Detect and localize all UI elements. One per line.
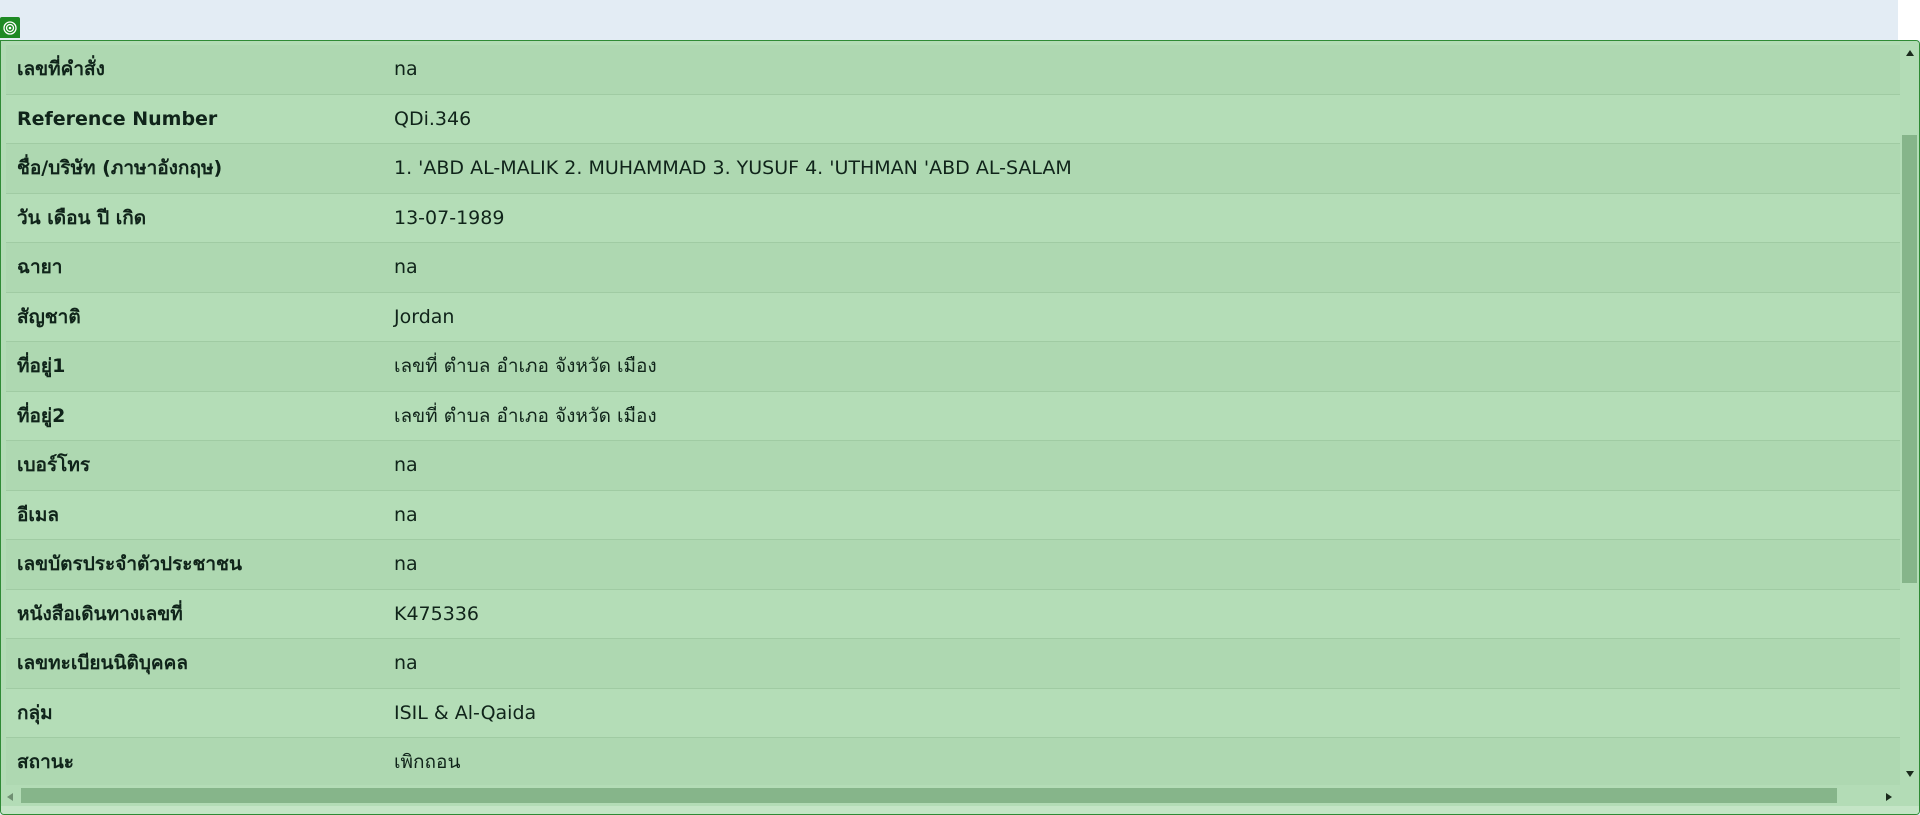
table-row: กลุ่ม ISIL & Al-Qaida <box>6 688 1900 738</box>
row-label: เลขทะเบียนนิติบุคคล <box>17 652 188 675</box>
row-label: สัญชาติ <box>17 305 81 328</box>
details-panel: เลขที่คำสั่ง na Reference Number QDi.346… <box>0 40 1920 815</box>
table-row: ที่อยู่1 เลขที่ ตำบล อำเภอ จังหวัด เมือง <box>6 342 1900 392</box>
row-value: na <box>394 58 418 81</box>
scroll-right-button[interactable] <box>1880 785 1898 806</box>
details-table: เลขที่คำสั่ง na Reference Number QDi.346… <box>6 45 1900 788</box>
row-label: สถานะ <box>17 751 74 774</box>
row-label: วัน เดือน ปี เกิด <box>17 206 147 229</box>
table-row: สัญชาติ Jordan <box>6 292 1900 342</box>
triangle-down-icon <box>1905 762 1914 781</box>
table-row: เลขที่คำสั่ง na <box>6 45 1900 95</box>
table-row: เลขทะเบียนนิติบุคคล na <box>6 639 1900 689</box>
row-value: na <box>394 553 418 576</box>
row-label: Reference Number <box>17 107 218 130</box>
triangle-left-icon <box>7 786 13 805</box>
table-row: ฉายา na <box>6 243 1900 293</box>
table-row: ชื่อ/บริษัท (ภาษาอังกฤษ) 1. 'ABD AL-MALI… <box>6 144 1900 194</box>
row-value: 1. 'ABD AL-MALIK 2. MUHAMMAD 3. YUSUF 4.… <box>394 157 1072 180</box>
row-value: na <box>394 454 418 477</box>
row-value: ISIL & Al-Qaida <box>394 701 537 724</box>
page-top-band <box>0 0 1898 40</box>
table-row: Reference Number QDi.346 <box>6 94 1900 144</box>
horizontal-scroll-thumb[interactable] <box>21 788 1837 803</box>
table-row: หนังสือเดินทางเลขที่ K475336 <box>6 589 1900 639</box>
row-label: ที่อยู่1 <box>17 355 66 378</box>
scroll-left-button[interactable] <box>1 785 19 806</box>
scroll-up-button[interactable] <box>1900 41 1919 59</box>
row-label: เลขที่คำสั่ง <box>17 58 105 81</box>
row-value: na <box>394 652 418 675</box>
row-label: หนังสือเดินทางเลขที่ <box>17 602 183 625</box>
row-label: กลุ่ม <box>17 701 53 724</box>
table-row: เลขบัตรประจำตัวประชาชน na <box>6 540 1900 590</box>
triangle-right-icon <box>1886 786 1892 805</box>
triangle-up-icon <box>1905 41 1914 60</box>
row-label: ฉายา <box>17 256 63 279</box>
table-row: ที่อยู่2 เลขที่ ตำบล อำเภอ จังหวัด เมือง <box>6 391 1900 441</box>
table-row: อีเมล na <box>6 490 1900 540</box>
row-value: เพิกถอน <box>394 751 461 774</box>
page-top-band-edge <box>1898 0 1920 40</box>
row-label: ที่อยู่2 <box>17 404 66 427</box>
target-icon[interactable] <box>0 17 20 38</box>
table-row: เบอร์โทร na <box>6 441 1900 491</box>
row-label: เบอร์โทร <box>17 454 91 477</box>
panel-footer-strip <box>1 806 1919 814</box>
row-value: na <box>394 256 418 279</box>
row-value: K475336 <box>394 602 479 625</box>
row-value: Jordan <box>394 305 455 328</box>
row-value: เลขที่ ตำบล อำเภอ จังหวัด เมือง <box>394 355 657 378</box>
row-value: QDi.346 <box>394 107 472 130</box>
vertical-scrollbar[interactable] <box>1900 41 1919 814</box>
row-label: เลขบัตรประจำตัวประชาชน <box>17 553 242 576</box>
row-value: na <box>394 503 418 526</box>
scroll-down-button[interactable] <box>1900 762 1919 780</box>
vertical-scroll-thumb[interactable] <box>1902 135 1917 583</box>
table-row: วัน เดือน ปี เกิด 13-07-1989 <box>6 193 1900 243</box>
horizontal-scrollbar[interactable] <box>1 785 1900 806</box>
row-label: ชื่อ/บริษัท (ภาษาอังกฤษ) <box>17 157 223 180</box>
row-label: อีเมล <box>17 503 60 526</box>
row-value: เลขที่ ตำบล อำเภอ จังหวัด เมือง <box>394 404 657 427</box>
row-value: 13-07-1989 <box>394 206 505 229</box>
table-row: สถานะ เพิกถอน <box>6 738 1900 788</box>
